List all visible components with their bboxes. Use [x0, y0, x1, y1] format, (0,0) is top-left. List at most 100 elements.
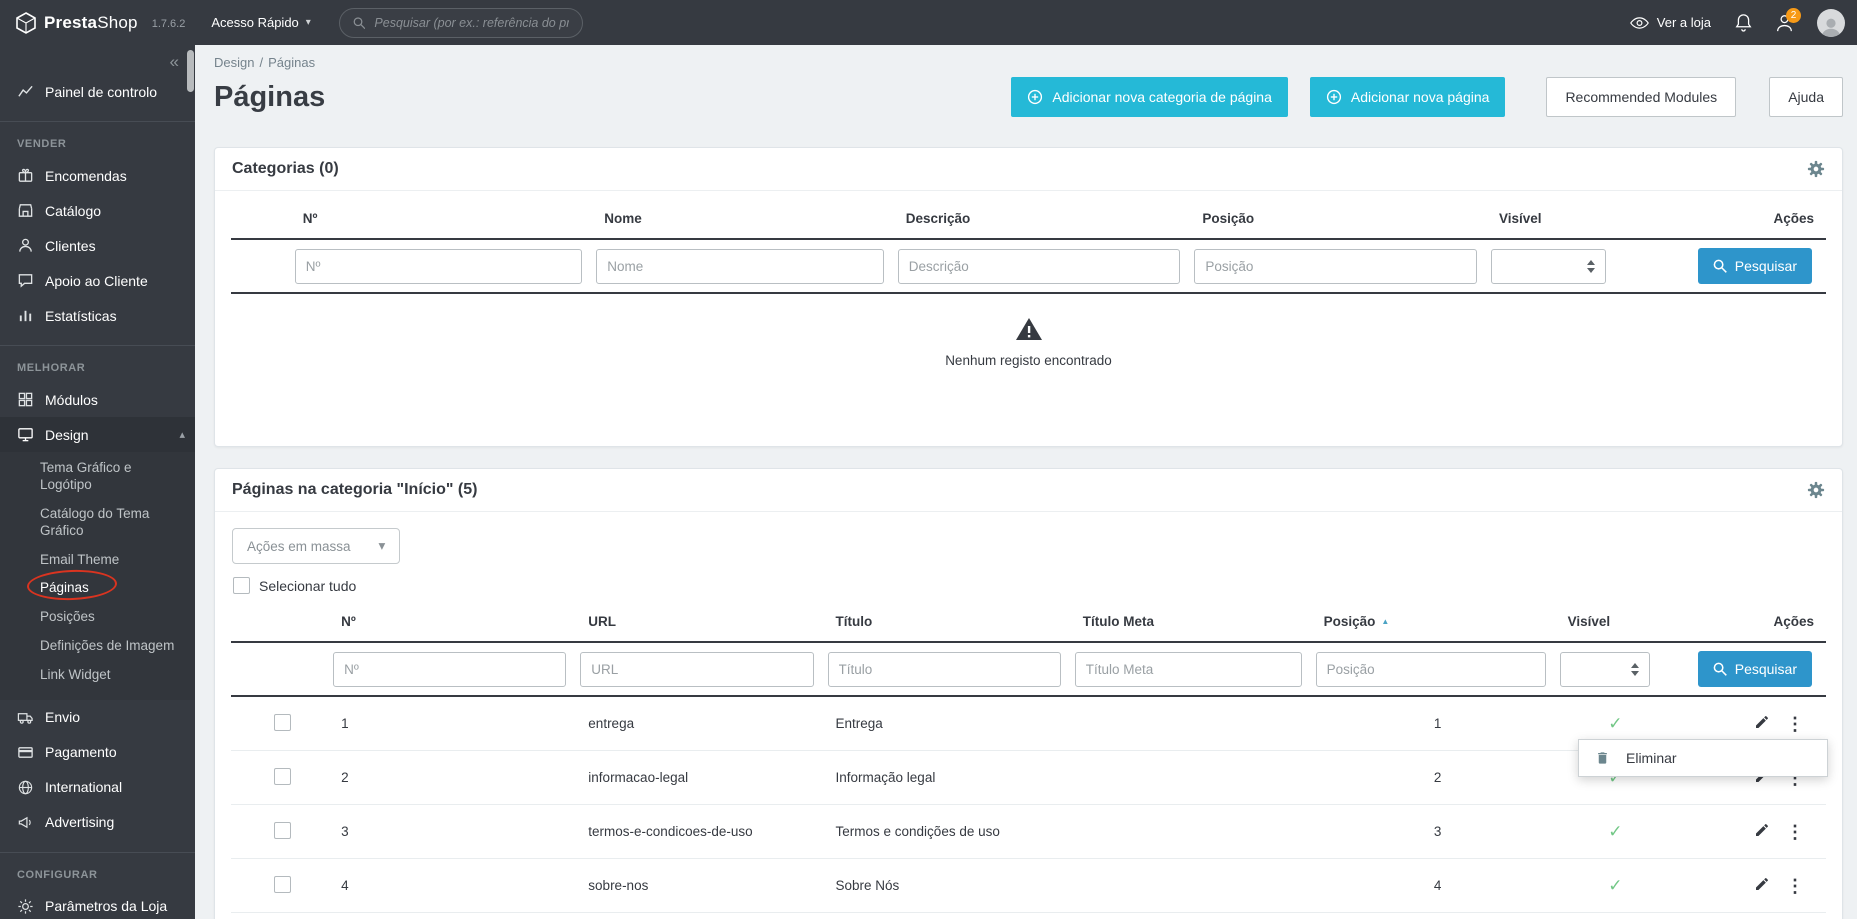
row-menu-button[interactable]: ⋮: [1780, 821, 1810, 843]
breadcrumb-parent[interactable]: Design: [214, 55, 254, 70]
filter-id-input[interactable]: [294, 248, 583, 284]
filter-title-input[interactable]: [827, 651, 1061, 687]
filter-url-input[interactable]: [580, 651, 814, 687]
employees-button[interactable]: 2: [1776, 7, 1801, 32]
recommended-modules-button[interactable]: Recommended Modules: [1546, 77, 1737, 117]
filter-position-input[interactable]: [1315, 651, 1546, 687]
filter-meta-title-input[interactable]: [1074, 651, 1302, 687]
table-row: 4 sobre-nos Sobre Nós 4 ✓ ⋮: [231, 858, 1826, 913]
sidebar-item-positions[interactable]: Posições: [0, 603, 195, 632]
prestashop-logo-icon: [16, 11, 36, 34]
cell-title: Pagamento seguro: [827, 912, 1075, 919]
col-name[interactable]: Nome: [596, 191, 897, 239]
filter-name-input[interactable]: [596, 248, 884, 284]
view-shop-link[interactable]: Ver a loja: [1629, 15, 1711, 30]
cell-title: Sobre Nós: [827, 858, 1075, 913]
col-id[interactable]: Nº: [333, 594, 580, 642]
cell-url: pagamento-seguro: [580, 912, 828, 919]
sidebar-item-design[interactable]: Design ▴: [0, 417, 195, 452]
pages-filter-row: Pesquisar: [231, 641, 1826, 697]
sidebar-item-image-settings[interactable]: Definições de Imagem: [0, 632, 195, 661]
sidebar-item-shop-parameters[interactable]: Parâmetros da Loja: [0, 889, 195, 919]
sidebar-collapse-button[interactable]: «: [0, 45, 195, 74]
sidebar-item-link-widget[interactable]: Link Widget: [0, 661, 195, 690]
sidebar-item-theme-logo[interactable]: Tema Gráfico e Logótipo: [0, 454, 195, 500]
add-page-button[interactable]: Adicionar nova página: [1309, 77, 1506, 117]
filter-position-input[interactable]: [1194, 248, 1478, 284]
notifications-button[interactable]: [1735, 13, 1752, 32]
breadcrumb: Design / Páginas: [214, 55, 316, 70]
col-description[interactable]: Descrição: [898, 191, 1195, 239]
filter-id-input[interactable]: [333, 651, 567, 687]
design-submenu: Tema Gráfico e Logótipo Catálogo do Tema…: [0, 452, 195, 700]
sidebar-item-modules[interactable]: Módulos: [0, 382, 195, 417]
help-button[interactable]: Ajuda: [1769, 77, 1843, 117]
categories-settings-button[interactable]: [1807, 160, 1825, 178]
row-checkbox[interactable]: [273, 821, 291, 839]
search-icon: [353, 16, 366, 29]
edit-button[interactable]: [1748, 712, 1776, 735]
sidebar-scrollbar[interactable]: [187, 50, 194, 92]
pages-panel-title: Páginas na categoria "Início" (5): [232, 481, 478, 498]
filter-description-input[interactable]: [897, 248, 1181, 284]
sort-asc-icon[interactable]: ▲: [1381, 617, 1389, 626]
col-meta-title[interactable]: Título Meta: [1075, 594, 1316, 642]
sidebar-item-email-theme[interactable]: Email Theme: [0, 546, 195, 575]
avatar[interactable]: [1817, 8, 1845, 37]
cell-id: 2: [333, 750, 581, 805]
cell-position: 1: [1315, 696, 1560, 751]
sidebar-item-advertising[interactable]: Advertising: [0, 805, 195, 840]
trash-icon: [1598, 752, 1607, 764]
col-visible[interactable]: Visível: [1560, 594, 1672, 642]
col-visible[interactable]: Visível: [1491, 191, 1627, 239]
edit-button[interactable]: [1748, 820, 1776, 843]
sidebar-item-customers[interactable]: Clientes: [0, 228, 195, 263]
add-page-category-button[interactable]: Adicionar nova categoria de página: [1011, 77, 1288, 117]
select-all-checkbox[interactable]: [233, 577, 250, 594]
sidebar-item-customer-service[interactable]: Apoio ao Cliente: [0, 263, 195, 298]
sidebar-item-payment[interactable]: Pagamento: [0, 735, 195, 770]
col-url[interactable]: URL: [580, 594, 827, 642]
person-icon: [19, 238, 32, 252]
sidebar-item-orders[interactable]: Encomendas: [0, 158, 195, 193]
row-menu-button[interactable]: ⋮: [1780, 875, 1810, 897]
edit-button[interactable]: [1748, 874, 1776, 897]
cell-url: sobre-nos: [580, 858, 828, 913]
prestashop-logo[interactable]: PrestaShop 1.7.6.2: [16, 11, 185, 34]
global-search-input[interactable]: [374, 15, 569, 30]
sidebar-item-pages[interactable]: Páginas: [0, 568, 195, 603]
cell-id: 1: [333, 696, 581, 751]
bulk-actions-button[interactable]: Ações em massa ▾: [232, 528, 401, 564]
row-checkbox[interactable]: [273, 875, 291, 893]
context-menu-delete[interactable]: Eliminar: [1579, 740, 1827, 776]
quick-access-menu[interactable]: Acesso Rápido ▾: [211, 15, 310, 30]
chat-bubble-icon: [18, 274, 33, 288]
filter-visible-select[interactable]: [1559, 651, 1650, 687]
col-id[interactable]: Nº: [295, 191, 596, 239]
col-title[interactable]: Título: [828, 594, 1075, 642]
pages-search-button[interactable]: Pesquisar: [1697, 651, 1812, 687]
header-actions: Adicionar nova categoria de página Adici…: [1011, 77, 1843, 117]
col-position[interactable]: Posição: [1194, 191, 1491, 239]
sidebar-item-catalog[interactable]: Catálogo: [0, 193, 195, 228]
select-arrows-icon: [1586, 260, 1596, 273]
pages-settings-button[interactable]: [1807, 481, 1825, 499]
sidebar-item-dashboard[interactable]: Painel de controlo: [0, 74, 195, 109]
cell-meta-title: [1074, 858, 1316, 913]
sidebar-item-international[interactable]: International: [0, 770, 195, 805]
sidebar-item-shipping[interactable]: Envio: [0, 700, 195, 735]
sidebar-item-stats[interactable]: Estatísticas: [0, 298, 195, 333]
gear-icon: [1807, 160, 1825, 178]
filter-visible-select[interactable]: [1491, 248, 1607, 284]
cell-position: 4: [1315, 858, 1560, 913]
row-checkbox[interactable]: [273, 713, 291, 731]
monitor-icon: [18, 428, 33, 442]
empty-message: Nenhum registo encontrado: [945, 353, 1112, 368]
sidebar-item-theme-catalog[interactable]: Catálogo do Tema Gráfico: [0, 500, 195, 546]
col-position[interactable]: Posição ▲: [1316, 594, 1560, 642]
eye-icon: [1629, 16, 1649, 29]
modules-grid-icon: [18, 392, 33, 407]
row-checkbox[interactable]: [273, 767, 291, 785]
row-menu-button[interactable]: ⋮: [1780, 713, 1810, 735]
categories-search-button[interactable]: Pesquisar: [1697, 248, 1812, 284]
